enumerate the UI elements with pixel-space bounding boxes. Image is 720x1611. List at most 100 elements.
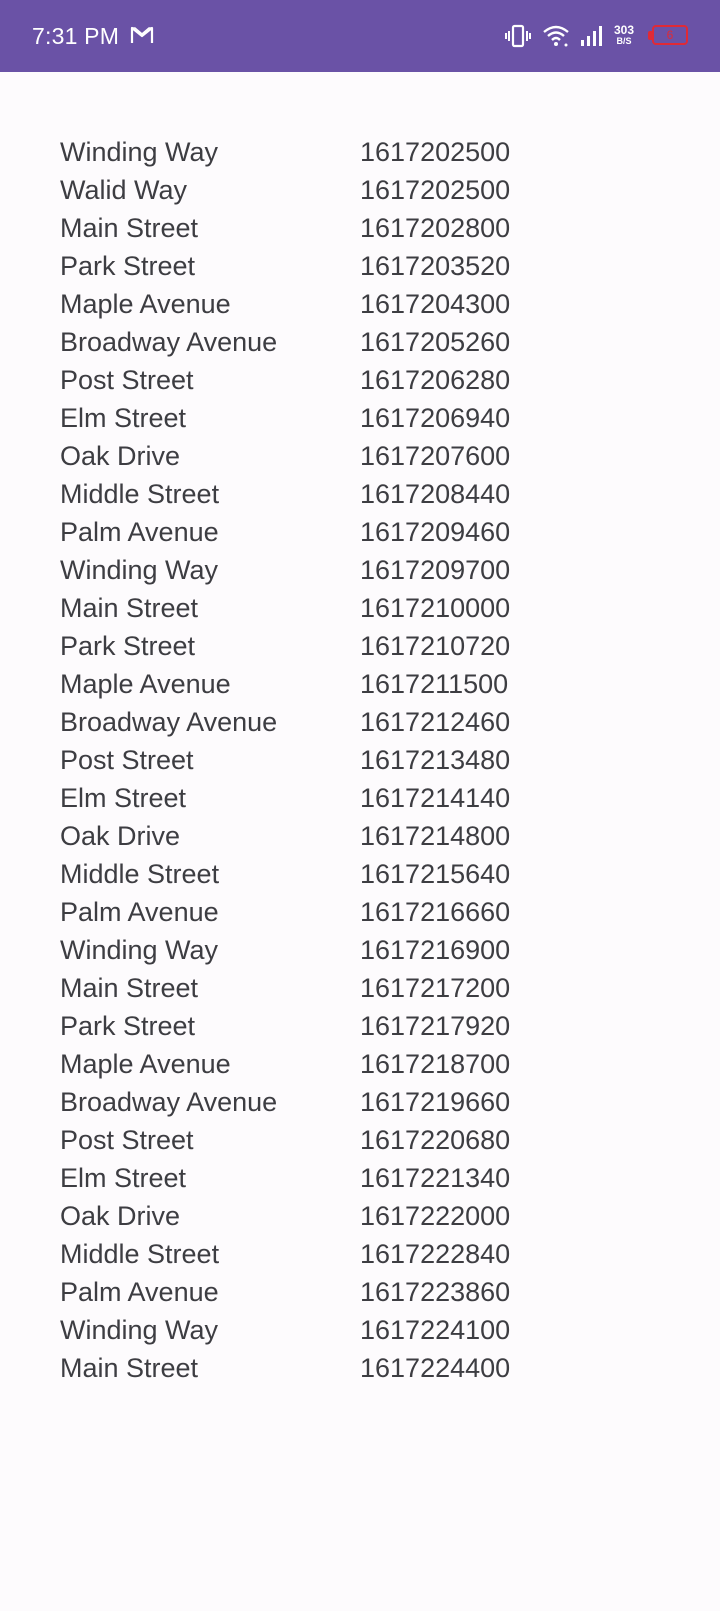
street-name: Middle Street (60, 478, 220, 509)
street-name: Maple Avenue (60, 668, 231, 699)
timestamp: 1617202800 (360, 212, 511, 243)
timestamp: 1617210720 (360, 630, 511, 661)
list-item: Maple Avenue 1617204300 (60, 285, 660, 323)
list-item: Main Street 1617224400 (60, 1349, 660, 1387)
street-name: Park Street (60, 250, 196, 281)
street-name: Winding Way (60, 554, 219, 585)
street-name: Walid Way (60, 174, 188, 205)
network-speed-unit: B/S (616, 36, 632, 46)
timestamp: 1617207600 (360, 440, 511, 471)
timestamp: 1617206940 (360, 402, 511, 433)
street-name: Winding Way (60, 1314, 219, 1345)
gmail-icon (130, 24, 154, 46)
list-item: Middle Street 1617222840 (60, 1235, 660, 1273)
list-item: Broadway Avenue 1617219660 (60, 1083, 660, 1121)
street-name: Middle Street (60, 1238, 220, 1269)
list-item: Main Street 1617217200 (60, 969, 660, 1007)
street-name: Winding Way (60, 136, 219, 167)
list-item: Oak Drive 1617214800 (60, 817, 660, 855)
list-item: Main Street 1617202800 (60, 209, 660, 247)
list-item: Broadway Avenue 1617205260 (60, 323, 660, 361)
street-name: Broadway Avenue (60, 326, 278, 357)
street-name: Post Street (60, 364, 194, 395)
network-speed: 303 B/S (613, 23, 634, 47)
timestamp: 1617219660 (360, 1086, 511, 1117)
list-item: Walid Way 1617202500 (60, 171, 660, 209)
timestamp: 1617218700 (360, 1048, 511, 1079)
list-item: Middle Street 1617208440 (60, 475, 660, 513)
list-item: Winding Way 1617224100 (60, 1311, 660, 1349)
list-item: Park Street 1617210720 (60, 627, 660, 665)
street-name: Palm Avenue (60, 896, 219, 927)
list-item: Maple Avenue 1617211500 (60, 665, 660, 703)
list-item: Maple Avenue 1617218700 (60, 1045, 660, 1083)
timestamp: 1617224100 (360, 1314, 511, 1345)
list-item: Palm Avenue 1617209460 (60, 513, 660, 551)
street-name: Elm Street (60, 402, 187, 433)
street-name: Elm Street (60, 1162, 187, 1193)
list-item: Winding Way 1617209700 (60, 551, 660, 589)
street-name: Palm Avenue (60, 516, 219, 547)
street-name: Main Street (60, 1352, 199, 1383)
timestamp: 1617209460 (360, 516, 511, 547)
street-name: Oak Drive (60, 1200, 181, 1231)
timestamp: 1617213480 (360, 744, 511, 775)
street-timestamp-list[interactable]: Winding Way 1617202500 Walid Way 1617202500… (60, 133, 660, 1387)
timestamp: 1617216900 (360, 934, 511, 965)
wifi-icon (542, 24, 570, 48)
street-name: Middle Street (60, 858, 220, 889)
street-name: Palm Avenue (60, 1276, 219, 1307)
status-indicators: 303 B/S 6 (504, 20, 690, 52)
list-item: Post Street 1617213480 (60, 741, 660, 779)
list-item: Winding Way 1617216900 (60, 931, 660, 969)
street-name: Main Street (60, 972, 199, 1003)
street-name: Winding Way (60, 934, 219, 965)
street-name: Oak Drive (60, 820, 181, 851)
timestamp: 1617224400 (360, 1352, 511, 1383)
timestamp: 1617221340 (360, 1162, 511, 1193)
timestamp: 1617212460 (360, 706, 511, 737)
timestamp: 1617217200 (360, 972, 511, 1003)
timestamp: 1617211500 (360, 668, 509, 699)
cellular-signal-icon (580, 25, 602, 47)
timestamp: 1617215640 (360, 858, 511, 889)
street-name: Main Street (60, 212, 199, 243)
timestamp: 1617222840 (360, 1238, 511, 1269)
timestamp: 1617214140 (360, 782, 511, 813)
timestamp: 1617204300 (360, 288, 511, 319)
list-item: Broadway Avenue 1617212460 (60, 703, 660, 741)
street-name: Park Street (60, 1010, 196, 1041)
list-item: Oak Drive 1617207600 (60, 437, 660, 475)
timestamp: 1617202500 (360, 136, 511, 167)
list-item: Main Street 1617210000 (60, 589, 660, 627)
list-item: Park Street 1617217920 (60, 1007, 660, 1045)
network-speed-value: 303 (613, 23, 634, 37)
status-time: 7:31 PM (32, 23, 120, 49)
battery-icon: 6 (648, 25, 690, 47)
list-item: Oak Drive 1617222000 (60, 1197, 660, 1235)
street-name: Broadway Avenue (60, 1086, 278, 1117)
timestamp: 1617220680 (360, 1124, 511, 1155)
list-item: Elm Street 1617221340 (60, 1159, 660, 1197)
timestamp: 1617206280 (360, 364, 511, 395)
street-name: Maple Avenue (60, 288, 231, 319)
list-item: Palm Avenue 1617223860 (60, 1273, 660, 1311)
timestamp: 1617208440 (360, 478, 511, 509)
list-item: Middle Street 1617215640 (60, 855, 660, 893)
street-name: Post Street (60, 744, 194, 775)
list-item: Park Street 1617203520 (60, 247, 660, 285)
street-name: Oak Drive (60, 440, 181, 471)
list-item: Palm Avenue 1617216660 (60, 893, 660, 931)
timestamp: 1617214800 (360, 820, 511, 851)
timestamp: 1617205260 (360, 326, 511, 357)
list-item: Elm Street 1617206940 (60, 399, 660, 437)
vibrate-icon (504, 23, 532, 49)
timestamp: 1617217920 (360, 1010, 511, 1041)
timestamp: 1617203520 (360, 250, 511, 281)
list-item: Post Street 1617206280 (60, 361, 660, 399)
timestamp: 1617202500 (360, 174, 511, 205)
street-name: Maple Avenue (60, 1048, 231, 1079)
list-item: Elm Street 1617214140 (60, 779, 660, 817)
street-name: Elm Street (60, 782, 187, 813)
timestamp: 1617210000 (360, 592, 511, 623)
